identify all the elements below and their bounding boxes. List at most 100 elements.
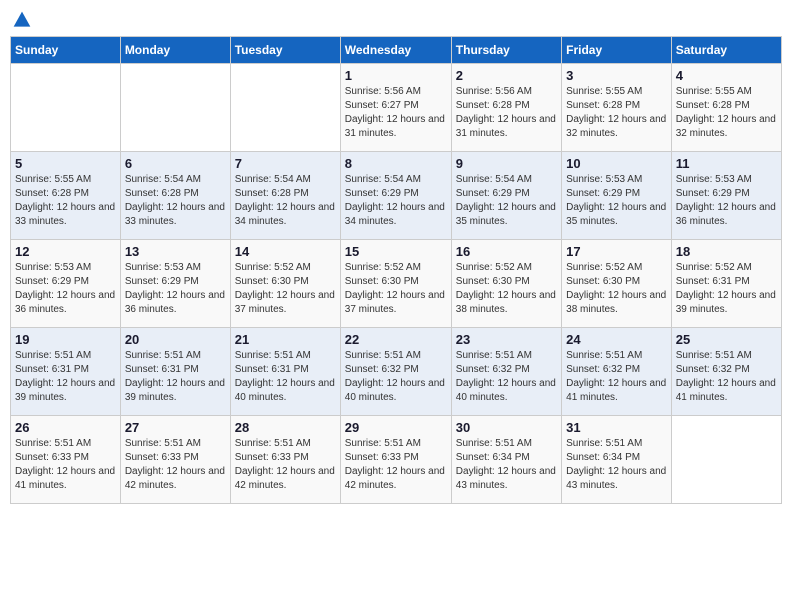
page-header bbox=[10, 10, 782, 30]
day-number: 3 bbox=[566, 68, 667, 83]
day-number: 1 bbox=[345, 68, 447, 83]
day-number: 29 bbox=[345, 420, 447, 435]
day-number: 18 bbox=[676, 244, 777, 259]
logo bbox=[10, 10, 32, 30]
calendar-cell: 24 Sunrise: 5:51 AMSunset: 6:32 PMDayligh… bbox=[562, 328, 672, 416]
day-number: 26 bbox=[15, 420, 116, 435]
calendar-week-4: 19 Sunrise: 5:51 AMSunset: 6:31 PMDayligh… bbox=[11, 328, 782, 416]
day-info: Sunrise: 5:51 AMSunset: 6:33 PMDaylight:… bbox=[15, 437, 116, 493]
calendar-cell: 21Sunrise: 5:51 AMSunset: 6:31 PMDayligh… bbox=[230, 328, 340, 416]
day-info: Sunrise: 5:53 AMSunset: 6:29 PMDaylight:… bbox=[15, 261, 116, 317]
calendar-cell bbox=[230, 64, 340, 152]
day-number: 14 bbox=[235, 244, 336, 259]
logo-icon bbox=[12, 10, 32, 30]
calendar-cell bbox=[120, 64, 230, 152]
header-wednesday: Wednesday bbox=[340, 37, 451, 64]
day-number: 12 bbox=[15, 244, 116, 259]
day-number: 28 bbox=[235, 420, 336, 435]
calendar-table: SundayMondayTuesdayWednesdayThursdayFrid… bbox=[10, 36, 782, 504]
day-info: Sunrise: 5:54 AMSunset: 6:29 PMDaylight:… bbox=[345, 173, 447, 229]
day-info: Sunrise: 5:54 AMSunset: 6:28 PMDaylight:… bbox=[125, 173, 226, 229]
day-number: 7 bbox=[235, 156, 336, 171]
calendar-cell: 18 Sunrise: 5:52 AMSunset: 6:31 PMDayligh… bbox=[671, 240, 781, 328]
day-number: 17 bbox=[566, 244, 667, 259]
calendar-cell: 16 Sunrise: 5:52 AMSunset: 6:30 PMDayligh… bbox=[451, 240, 561, 328]
calendar-cell: 2 Sunrise: 5:56 AMSunset: 6:28 PMDaylight… bbox=[451, 64, 561, 152]
day-number: 25 bbox=[676, 332, 777, 347]
calendar-cell: 25Sunrise: 5:51 AMSunset: 6:32 PMDayligh… bbox=[671, 328, 781, 416]
day-info: Sunrise: 5:55 AMSunset: 6:28 PMDaylight:… bbox=[676, 85, 777, 141]
calendar-cell: 13Sunrise: 5:53 AMSunset: 6:29 PMDayligh… bbox=[120, 240, 230, 328]
calendar-week-1: 1 Sunrise: 5:56 AMSunset: 6:27 PMDaylight… bbox=[11, 64, 782, 152]
calendar-cell: 4Sunrise: 5:55 AMSunset: 6:28 PMDaylight… bbox=[671, 64, 781, 152]
day-number: 2 bbox=[456, 68, 557, 83]
calendar-cell: 28 Sunrise: 5:51 AMSunset: 6:33 PMDayligh… bbox=[230, 416, 340, 504]
header-saturday: Saturday bbox=[671, 37, 781, 64]
calendar-cell: 29 Sunrise: 5:51 AMSunset: 6:33 PMDayligh… bbox=[340, 416, 451, 504]
day-number: 20 bbox=[125, 332, 226, 347]
calendar-cell: 19 Sunrise: 5:51 AMSunset: 6:31 PMDayligh… bbox=[11, 328, 121, 416]
calendar-cell: 9Sunrise: 5:54 AMSunset: 6:29 PMDaylight… bbox=[451, 152, 561, 240]
day-info: Sunrise: 5:52 AMSunset: 6:30 PMDaylight:… bbox=[456, 261, 557, 317]
calendar-week-3: 12 Sunrise: 5:53 AMSunset: 6:29 PMDayligh… bbox=[11, 240, 782, 328]
calendar-cell: 30 Sunrise: 5:51 AMSunset: 6:34 PMDayligh… bbox=[451, 416, 561, 504]
day-info: Sunrise: 5:51 AMSunset: 6:33 PMDaylight:… bbox=[345, 437, 447, 493]
day-info: Sunrise: 5:51 AMSunset: 6:33 PMDaylight:… bbox=[235, 437, 336, 493]
calendar-header-row: SundayMondayTuesdayWednesdayThursdayFrid… bbox=[11, 37, 782, 64]
day-info: Sunrise: 5:52 AMSunset: 6:30 PMDaylight:… bbox=[235, 261, 336, 317]
calendar-cell: 6 Sunrise: 5:54 AMSunset: 6:28 PMDaylight… bbox=[120, 152, 230, 240]
header-tuesday: Tuesday bbox=[230, 37, 340, 64]
header-thursday: Thursday bbox=[451, 37, 561, 64]
calendar-cell: 3 Sunrise: 5:55 AMSunset: 6:28 PMDaylight… bbox=[562, 64, 672, 152]
calendar-cell: 7 Sunrise: 5:54 AMSunset: 6:28 PMDaylight… bbox=[230, 152, 340, 240]
day-number: 15 bbox=[345, 244, 447, 259]
day-number: 21 bbox=[235, 332, 336, 347]
header-friday: Friday bbox=[562, 37, 672, 64]
day-info: Sunrise: 5:52 AMSunset: 6:30 PMDaylight:… bbox=[345, 261, 447, 317]
day-info: Sunrise: 5:54 AMSunset: 6:28 PMDaylight:… bbox=[235, 173, 336, 229]
calendar-cell: 20Sunrise: 5:51 AMSunset: 6:31 PMDayligh… bbox=[120, 328, 230, 416]
calendar-cell bbox=[671, 416, 781, 504]
day-info: Sunrise: 5:54 AMSunset: 6:29 PMDaylight:… bbox=[456, 173, 557, 229]
calendar-cell: 22 Sunrise: 5:51 AMSunset: 6:32 PMDayligh… bbox=[340, 328, 451, 416]
day-number: 6 bbox=[125, 156, 226, 171]
calendar-cell: 23 Sunrise: 5:51 AMSunset: 6:32 PMDayligh… bbox=[451, 328, 561, 416]
calendar-cell: 31 Sunrise: 5:51 AMSunset: 6:34 PMDayligh… bbox=[562, 416, 672, 504]
day-number: 30 bbox=[456, 420, 557, 435]
day-info: Sunrise: 5:51 AMSunset: 6:32 PMDaylight:… bbox=[566, 349, 667, 405]
day-number: 23 bbox=[456, 332, 557, 347]
day-number: 16 bbox=[456, 244, 557, 259]
calendar-cell: 5 Sunrise: 5:55 AMSunset: 6:28 PMDaylight… bbox=[11, 152, 121, 240]
day-info: Sunrise: 5:55 AMSunset: 6:28 PMDaylight:… bbox=[566, 85, 667, 141]
day-info: Sunrise: 5:56 AMSunset: 6:28 PMDaylight:… bbox=[456, 85, 557, 141]
day-number: 24 bbox=[566, 332, 667, 347]
day-number: 5 bbox=[15, 156, 116, 171]
calendar-cell bbox=[11, 64, 121, 152]
calendar-cell: 17Sunrise: 5:52 AMSunset: 6:30 PMDayligh… bbox=[562, 240, 672, 328]
day-number: 19 bbox=[15, 332, 116, 347]
calendar-cell: 26 Sunrise: 5:51 AMSunset: 6:33 PMDayligh… bbox=[11, 416, 121, 504]
calendar-week-5: 26 Sunrise: 5:51 AMSunset: 6:33 PMDayligh… bbox=[11, 416, 782, 504]
calendar-week-2: 5 Sunrise: 5:55 AMSunset: 6:28 PMDaylight… bbox=[11, 152, 782, 240]
day-info: Sunrise: 5:51 AMSunset: 6:32 PMDaylight:… bbox=[345, 349, 447, 405]
day-number: 31 bbox=[566, 420, 667, 435]
day-number: 10 bbox=[566, 156, 667, 171]
day-number: 8 bbox=[345, 156, 447, 171]
calendar-cell: 11Sunrise: 5:53 AMSunset: 6:29 PMDayligh… bbox=[671, 152, 781, 240]
calendar-cell: 8 Sunrise: 5:54 AMSunset: 6:29 PMDaylight… bbox=[340, 152, 451, 240]
day-info: Sunrise: 5:53 AMSunset: 6:29 PMDaylight:… bbox=[676, 173, 777, 229]
day-info: Sunrise: 5:55 AMSunset: 6:28 PMDaylight:… bbox=[15, 173, 116, 229]
day-info: Sunrise: 5:52 AMSunset: 6:31 PMDaylight:… bbox=[676, 261, 777, 317]
calendar-cell: 15 Sunrise: 5:52 AMSunset: 6:30 PMDayligh… bbox=[340, 240, 451, 328]
day-number: 27 bbox=[125, 420, 226, 435]
day-number: 22 bbox=[345, 332, 447, 347]
calendar-cell: 27Sunrise: 5:51 AMSunset: 6:33 PMDayligh… bbox=[120, 416, 230, 504]
calendar-cell: 12 Sunrise: 5:53 AMSunset: 6:29 PMDayligh… bbox=[11, 240, 121, 328]
day-number: 13 bbox=[125, 244, 226, 259]
header-sunday: Sunday bbox=[11, 37, 121, 64]
day-info: Sunrise: 5:51 AMSunset: 6:34 PMDaylight:… bbox=[456, 437, 557, 493]
day-info: Sunrise: 5:51 AMSunset: 6:34 PMDaylight:… bbox=[566, 437, 667, 493]
day-info: Sunrise: 5:51 AMSunset: 6:32 PMDaylight:… bbox=[456, 349, 557, 405]
day-info: Sunrise: 5:56 AMSunset: 6:27 PMDaylight:… bbox=[345, 85, 447, 141]
day-info: Sunrise: 5:51 AMSunset: 6:31 PMDaylight:… bbox=[15, 349, 116, 405]
